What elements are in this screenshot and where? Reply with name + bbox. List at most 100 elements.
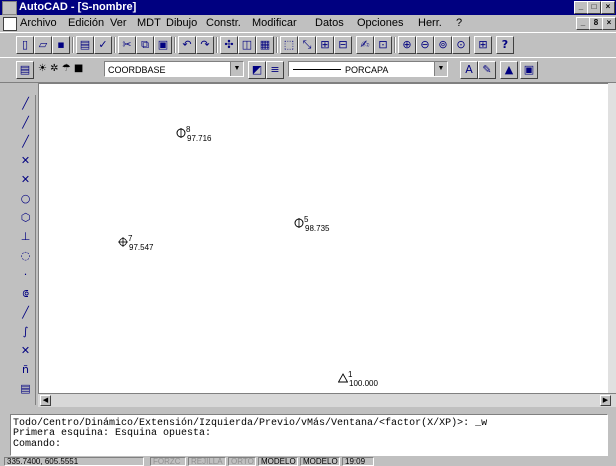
xline-icon[interactable]: ╱ bbox=[17, 114, 34, 131]
menu-bar: Archivo Edición Ver MDT Dibujo Constr. M… bbox=[0, 15, 616, 32]
separator bbox=[394, 37, 396, 53]
zoom-out-icon[interactable]: ⊕ bbox=[398, 36, 416, 54]
layer-state-icon[interactable]: ☀ ✲ ☂ ■ bbox=[38, 63, 83, 74]
cut-icon[interactable]: ✂ bbox=[118, 36, 136, 54]
circle-icon[interactable]: ○ bbox=[17, 190, 34, 207]
snap-toggle[interactable]: FORZC bbox=[150, 457, 186, 466]
menu-herr[interactable]: Herr. bbox=[418, 15, 442, 32]
point-elevation: 97.547 bbox=[129, 243, 154, 252]
hatch-icon[interactable]: ▲ bbox=[500, 61, 518, 79]
text-tool-icon[interactable]: ñ bbox=[17, 361, 34, 378]
spell-icon[interactable]: ✓ bbox=[94, 36, 112, 54]
zoom-extents-icon[interactable]: ⊚ bbox=[434, 36, 452, 54]
tile-icon[interactable]: ⊞ bbox=[474, 36, 492, 54]
autocad-app-icon[interactable] bbox=[2, 1, 17, 15]
snap-icon[interactable]: ✣ bbox=[220, 36, 238, 54]
menu-modificar[interactable]: Modificar bbox=[252, 15, 297, 32]
drawing-canvas[interactable]: 8 97.716 7 97.547 5 98.735 1 100.000 bbox=[38, 83, 610, 394]
chevron-down-icon[interactable]: ▼ bbox=[230, 62, 243, 76]
line-icon[interactable]: ╱ bbox=[17, 95, 34, 112]
point-number: 5 bbox=[304, 215, 309, 224]
open-icon[interactable]: ▱ bbox=[34, 36, 52, 54]
paste-icon[interactable]: ▣ bbox=[154, 36, 172, 54]
polygon-icon[interactable]: ⬡ bbox=[17, 209, 34, 226]
text-icon[interactable]: A bbox=[460, 61, 478, 79]
doc-minimize-button[interactable]: _ bbox=[576, 17, 590, 30]
point-elevation: 98.735 bbox=[305, 224, 330, 233]
copy-icon[interactable]: ⧉ bbox=[136, 36, 154, 54]
edit-text-icon[interactable]: ✎ bbox=[478, 61, 496, 79]
zoom-window-icon[interactable]: ◫ bbox=[238, 36, 256, 54]
menu-datos[interactable]: Datos bbox=[315, 15, 344, 32]
minimize-button[interactable]: _ bbox=[574, 1, 588, 14]
help-icon[interactable]: ? bbox=[496, 36, 514, 54]
scroll-left-icon[interactable]: ◀ bbox=[40, 395, 51, 406]
document-icon[interactable] bbox=[3, 17, 17, 31]
menu-opciones[interactable]: Opciones bbox=[357, 15, 403, 32]
chevron-down-icon[interactable]: ▼ bbox=[434, 62, 447, 76]
coordinates-readout[interactable]: 335.7400, 605.5551 bbox=[4, 457, 144, 466]
grid-toggle[interactable]: REJILLA bbox=[188, 457, 226, 466]
point-icon[interactable]: · bbox=[17, 266, 34, 283]
layer-value: COORDBASE bbox=[108, 65, 166, 75]
left-dock: ╱ ╱ ╱ ✕ ✕ ○ ⬡ ⊥ ◌ · ⟃ ╱ ∫ ✕ ñ ▤ bbox=[0, 83, 38, 408]
layers-icon[interactable]: ▤ bbox=[16, 61, 34, 79]
linetype-dropdown[interactable]: PORCAPA ▼ bbox=[288, 61, 448, 77]
print-icon[interactable]: ▤ bbox=[76, 36, 94, 54]
dimension-icon[interactable]: ⊥ bbox=[17, 228, 34, 245]
menu-archivo[interactable]: Archivo bbox=[20, 15, 57, 32]
distance-icon[interactable]: ⊟ bbox=[334, 36, 352, 54]
scroll-right-icon[interactable]: ▶ bbox=[600, 395, 611, 406]
save-icon[interactable]: ▪ bbox=[52, 36, 70, 54]
maximize-button[interactable]: □ bbox=[587, 1, 601, 14]
model-space-toggle[interactable]: MODELO bbox=[300, 457, 340, 466]
arc-icon[interactable]: ✕ bbox=[17, 171, 34, 188]
multiline-icon[interactable]: ✕ bbox=[17, 152, 34, 169]
layer-dropdown[interactable]: COORDBASE ▼ bbox=[104, 61, 244, 77]
menu-help[interactable]: ? bbox=[456, 15, 462, 32]
undo-icon[interactable]: ↶ bbox=[178, 36, 196, 54]
zoom-all-icon[interactable]: ⊖ bbox=[416, 36, 434, 54]
list-icon[interactable]: ⊞ bbox=[316, 36, 334, 54]
command-window[interactable]: Todo/Centro/Dinámico/Extensión/Izquierda… bbox=[10, 414, 608, 456]
linetype-icon[interactable]: ≡ bbox=[266, 61, 284, 79]
close-button[interactable]: × bbox=[601, 1, 615, 14]
hatch-tool-icon[interactable]: ▤ bbox=[17, 380, 34, 397]
ortho-toggle[interactable]: ORTO bbox=[228, 457, 256, 466]
point-number: 1 bbox=[348, 370, 353, 379]
region-icon[interactable]: ∫ bbox=[17, 323, 34, 340]
spline-icon[interactable]: ╱ bbox=[17, 304, 34, 321]
model-toggle[interactable]: MODELO bbox=[258, 457, 298, 466]
redraw-icon[interactable]: ⬚ bbox=[280, 36, 298, 54]
zoom-in-icon[interactable]: ⊡ bbox=[374, 36, 392, 54]
point-circle-icon bbox=[294, 218, 304, 228]
menu-edicion[interactable]: Edición bbox=[68, 15, 104, 32]
new-icon[interactable]: ▯ bbox=[16, 36, 34, 54]
point-number: 8 bbox=[186, 125, 191, 134]
menu-dibujo[interactable]: Dibujo bbox=[166, 15, 197, 32]
separator bbox=[216, 37, 218, 53]
redo-icon[interactable]: ↷ bbox=[196, 36, 214, 54]
doc-restore-button[interactable]: 8 bbox=[589, 17, 603, 30]
menu-ver[interactable]: Ver bbox=[110, 15, 127, 32]
menu-mdt[interactable]: MDT bbox=[137, 15, 161, 32]
horizontal-scrollbar[interactable]: ◀ ▶ bbox=[38, 393, 616, 407]
color-icon[interactable]: ◩ bbox=[248, 61, 266, 79]
pan-icon[interactable]: ⤡ bbox=[298, 36, 316, 54]
properties-icon[interactable]: ▣ bbox=[520, 61, 538, 79]
point-crosshair-icon bbox=[118, 237, 128, 247]
aerial-view-icon[interactable]: ⊙ bbox=[452, 36, 470, 54]
area-icon[interactable]: ✍ bbox=[356, 36, 374, 54]
vertical-scrollbar[interactable] bbox=[608, 83, 616, 393]
block-icon[interactable]: ⟃ bbox=[17, 285, 34, 302]
object-properties-toolbar: ▤ ☀ ✲ ☂ ■ COORDBASE ▼ ◩ ≡ PORCAPA ▼ A ✎ … bbox=[0, 57, 616, 83]
command-prompt[interactable]: Comando: bbox=[13, 440, 61, 450]
erase-icon[interactable]: ✕ bbox=[17, 342, 34, 359]
zoom-previous-icon[interactable]: ▦ bbox=[256, 36, 274, 54]
ellipse-icon[interactable]: ◌ bbox=[17, 247, 34, 264]
polyline-icon[interactable]: ╱ bbox=[17, 133, 34, 150]
title-bar: AutoCAD - [S-nombre] _ □ × bbox=[0, 0, 616, 15]
doc-close-button[interactable]: × bbox=[602, 17, 616, 30]
line-sample bbox=[293, 69, 341, 70]
menu-constr[interactable]: Constr. bbox=[206, 15, 241, 32]
